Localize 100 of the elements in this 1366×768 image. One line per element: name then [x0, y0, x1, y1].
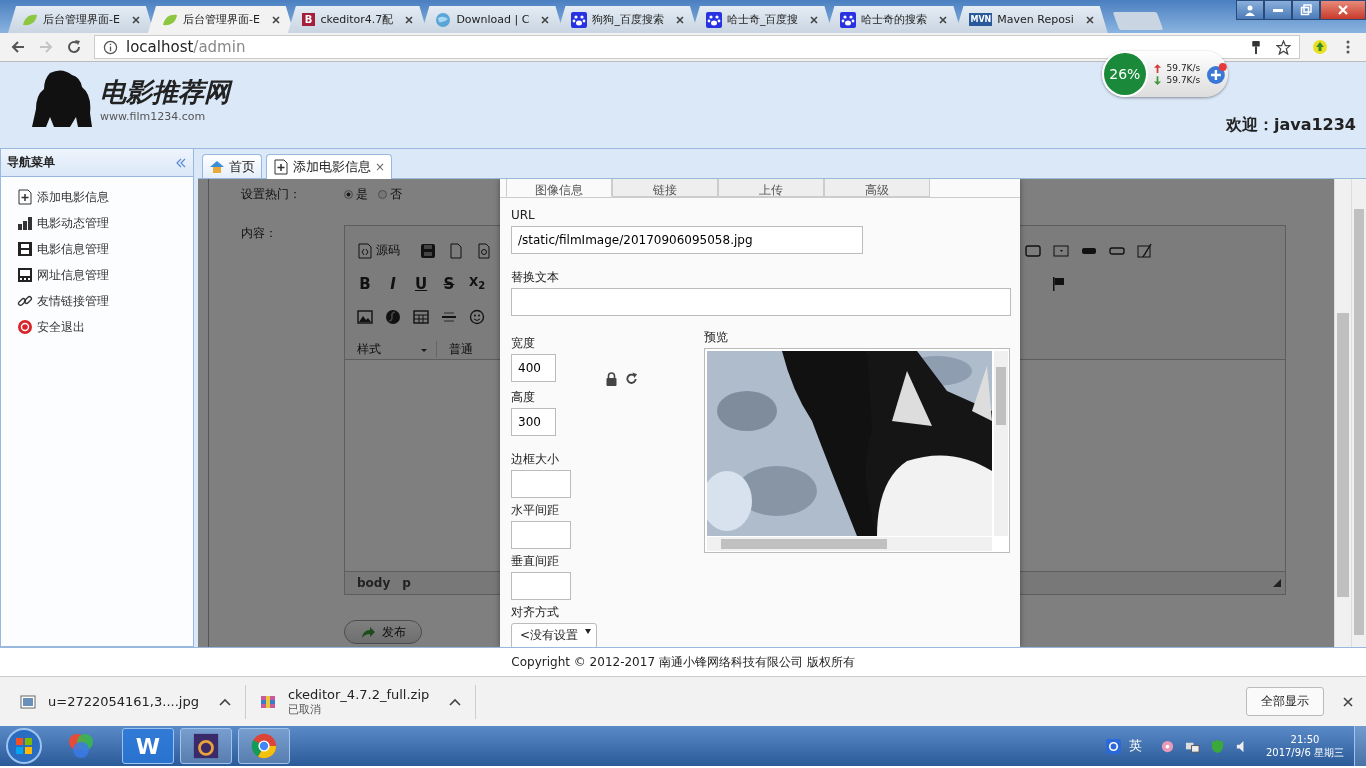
- chevron-up-icon[interactable]: [449, 697, 462, 706]
- back-icon[interactable]: [10, 39, 26, 55]
- sidebar-item[interactable]: 友情链接管理: [17, 291, 193, 311]
- format-button[interactable]: X$_{2}$: [469, 275, 485, 292]
- close-icon[interactable]: [130, 14, 141, 25]
- scrollbar-thumb[interactable]: [996, 367, 1006, 425]
- format-dropdown[interactable]: 普通: [449, 341, 473, 358]
- source-code-icon: [357, 242, 373, 259]
- radio-button[interactable]: 否: [378, 185, 402, 203]
- smiley-icon[interactable]: [469, 308, 485, 325]
- height-field[interactable]: 300: [511, 408, 556, 436]
- show-desktop-button[interactable]: [1354, 726, 1366, 766]
- flag-icon[interactable]: [1051, 275, 1067, 292]
- style-dropdown[interactable]: 样式: [357, 341, 437, 358]
- browser-icon: [250, 732, 278, 760]
- star-icon[interactable]: [1276, 39, 1291, 55]
- radio-button[interactable]: 是: [344, 185, 368, 203]
- publish-button[interactable]: 发布: [344, 620, 422, 644]
- width-field[interactable]: 400: [511, 354, 556, 382]
- close-icon[interactable]: [270, 14, 281, 25]
- show-all-button[interactable]: 全部显示: [1246, 687, 1324, 716]
- close-icon[interactable]: [1342, 695, 1354, 708]
- scrollbar-thumb[interactable]: [721, 539, 887, 549]
- taskbar-app[interactable]: [180, 728, 232, 764]
- scrollbar[interactable]: [994, 351, 1008, 536]
- close-icon[interactable]: [674, 14, 685, 25]
- bar-chart-icon: [17, 215, 33, 231]
- save-icon[interactable]: [420, 242, 436, 259]
- scrollbar-thumb[interactable]: [1337, 313, 1349, 597]
- align-dropdown[interactable]: <没有设置: [511, 623, 597, 647]
- taskbar-app[interactable]: W: [122, 728, 174, 764]
- dialog-tab[interactable]: 上传: [718, 179, 824, 197]
- download-item[interactable]: ckeditor_4.7.2_full.zip 已取消: [259, 684, 477, 719]
- clock[interactable]: 21:50 2017/9/6 星期三: [1265, 733, 1344, 759]
- colorful-app-icon[interactable]: [66, 731, 96, 761]
- format-button[interactable]: I: [385, 274, 401, 293]
- format-button[interactable]: B: [357, 274, 373, 293]
- close-icon: [1337, 4, 1349, 16]
- sidebar-item[interactable]: 网址信息管理: [17, 265, 193, 285]
- download-item[interactable]: u=2722054161,3....jpg: [20, 684, 246, 719]
- flash-icon[interactable]: [385, 308, 401, 325]
- scrollbar[interactable]: [707, 537, 992, 551]
- close-icon[interactable]: [404, 14, 415, 25]
- new-page-icon[interactable]: [448, 242, 464, 259]
- hspace-field[interactable]: [511, 521, 571, 549]
- select-field-icon[interactable]: [1053, 242, 1069, 259]
- sidebar-item[interactable]: 添加电影信息: [17, 187, 193, 207]
- key-icon[interactable]: [1250, 39, 1262, 55]
- lock-icon[interactable]: [605, 372, 618, 386]
- scrollbar-thumb[interactable]: [1354, 209, 1364, 635]
- table-icon[interactable]: [413, 308, 429, 325]
- scrollbar[interactable]: [1334, 179, 1351, 647]
- dialog-tab[interactable]: 图像信息: [506, 179, 612, 197]
- add-page-icon: [17, 189, 33, 205]
- minimize-icon: [1273, 8, 1283, 12]
- collapse-icon[interactable]: [175, 156, 187, 169]
- scrollbar[interactable]: [1351, 179, 1366, 647]
- sidebar-item[interactable]: 安全退出: [17, 317, 193, 337]
- ime-mode[interactable]: 英: [1128, 737, 1142, 755]
- url-field[interactable]: /static/filmImage/20170906095058.jpg: [511, 226, 863, 254]
- vspace-field[interactable]: [511, 572, 571, 600]
- maximize-button[interactable]: [1292, 0, 1320, 20]
- border-field[interactable]: [511, 470, 571, 498]
- preview-icon[interactable]: [476, 242, 492, 259]
- close-icon[interactable]: [1084, 14, 1095, 25]
- image-icon[interactable]: [357, 308, 373, 325]
- image-button-icon[interactable]: [1025, 242, 1041, 259]
- taskbar-app[interactable]: [238, 728, 290, 764]
- chevron-up-icon[interactable]: [218, 697, 231, 706]
- start-button[interactable]: [4, 726, 44, 766]
- resize-grip-icon[interactable]: [1273, 579, 1281, 587]
- close-icon[interactable]: [938, 14, 949, 25]
- close-button[interactable]: [1320, 0, 1366, 20]
- reset-icon[interactable]: [625, 372, 638, 386]
- close-tab-button[interactable]: ×: [375, 160, 386, 174]
- close-icon[interactable]: [540, 14, 551, 25]
- format-button[interactable]: S: [441, 274, 457, 293]
- extension-icon[interactable]: [1312, 39, 1328, 55]
- source-button[interactable]: 源码: [357, 242, 400, 259]
- sidebar-item[interactable]: 电影信息管理: [17, 239, 193, 259]
- address-field[interactable]: localhost/admin: [94, 35, 1300, 59]
- page-tab[interactable]: 添加电影信息 ×: [266, 154, 393, 179]
- page-tab[interactable]: 首页: [202, 154, 262, 178]
- reload-icon[interactable]: [66, 39, 82, 55]
- dialog-tab[interactable]: 高级: [824, 179, 930, 197]
- field-label: 替换文本: [511, 270, 560, 284]
- plus-icon[interactable]: [1206, 63, 1228, 85]
- alt-text-field[interactable]: [511, 288, 1011, 316]
- user-button[interactable]: [1236, 0, 1264, 20]
- browser-tab[interactable]: MVN Maven Reposi: [955, 6, 1108, 33]
- edit-icon[interactable]: [1137, 242, 1153, 259]
- flower-icon[interactable]: [1159, 738, 1175, 754]
- path-element[interactable]: body: [357, 576, 391, 590]
- input-method-icon[interactable]: [1105, 738, 1121, 754]
- close-icon[interactable]: [809, 14, 820, 25]
- sidebar-item[interactable]: 电影动态管理: [17, 213, 193, 233]
- path-element[interactable]: p: [402, 576, 411, 590]
- dialog-tab[interactable]: 链接: [612, 179, 718, 197]
- minimize-button[interactable]: [1264, 0, 1292, 20]
- format-button[interactable]: U: [413, 274, 429, 293]
